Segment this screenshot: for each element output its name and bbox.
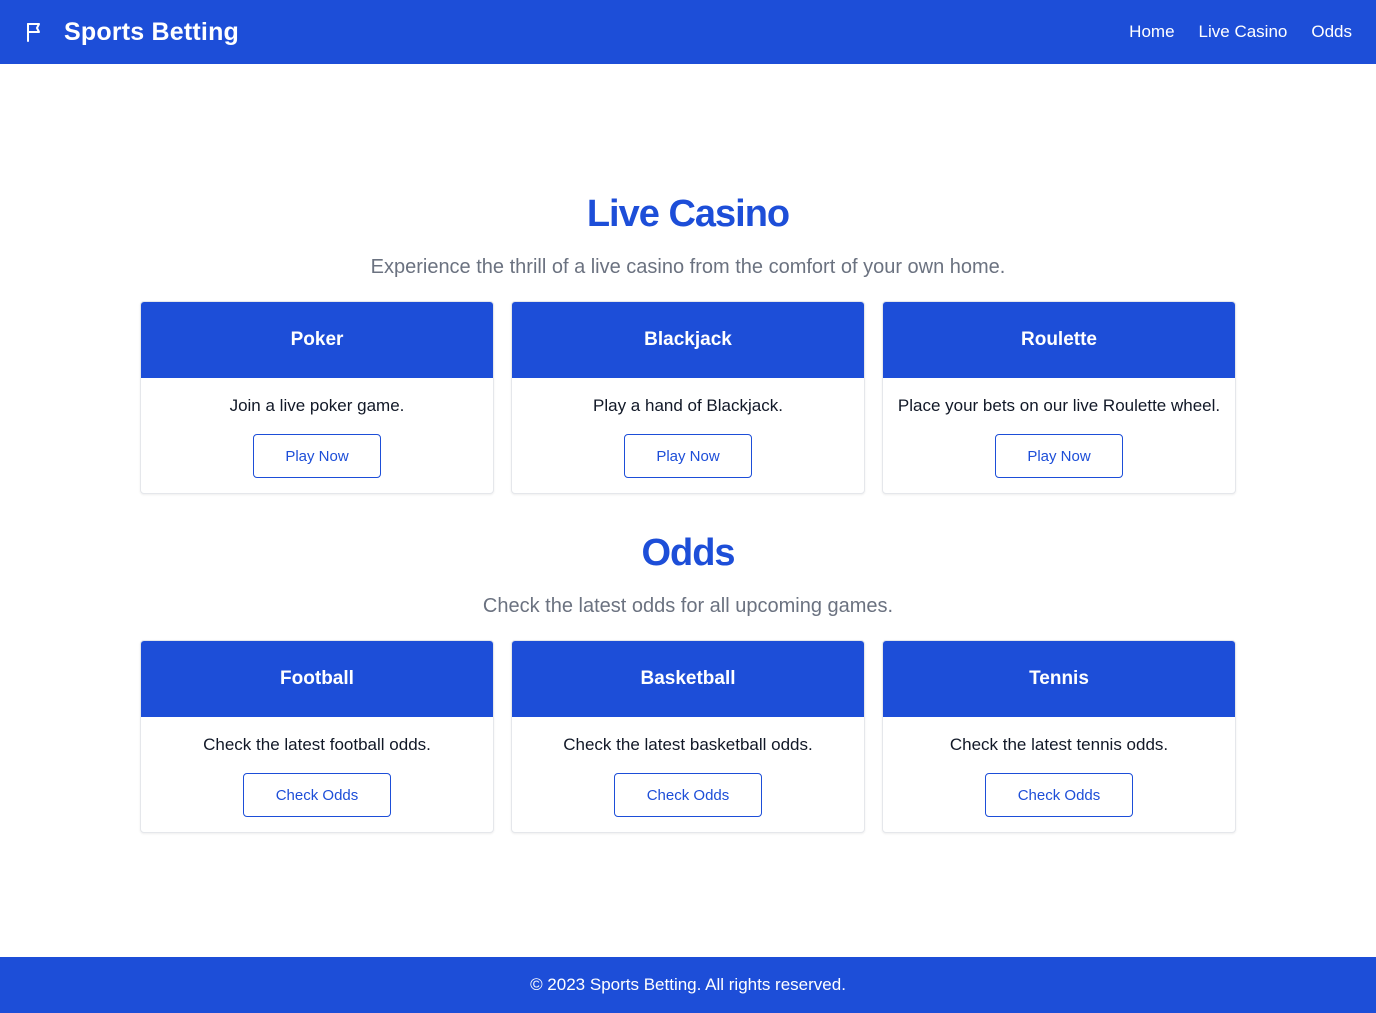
- card-description: Play a hand of Blackjack.: [593, 396, 783, 415]
- card-basketball: Basketball Check the latest basketball o…: [511, 640, 865, 833]
- card-body: Join a live poker game. Play Now: [141, 378, 493, 493]
- card-title: Tennis: [883, 641, 1235, 717]
- live-casino-cards: Poker Join a live poker game. Play Now B…: [140, 301, 1236, 494]
- check-odds-button-basketball[interactable]: Check Odds: [614, 773, 762, 817]
- card-body: Check the latest basketball odds. Check …: [512, 717, 864, 832]
- nav-odds[interactable]: Odds: [1311, 22, 1352, 42]
- card-description: Join a live poker game.: [229, 396, 405, 415]
- brand[interactable]: Sports Betting: [24, 18, 239, 47]
- play-now-button-roulette[interactable]: Play Now: [995, 434, 1123, 478]
- card-description: Place your bets on our live Roulette whe…: [897, 396, 1221, 415]
- card-title: Roulette: [883, 302, 1235, 378]
- odds-cards: Football Check the latest football odds.…: [140, 640, 1236, 833]
- check-odds-button-tennis[interactable]: Check Odds: [985, 773, 1133, 817]
- site-header: Sports Betting Home Live Casino Odds: [0, 0, 1376, 64]
- card-body: Play a hand of Blackjack. Play Now: [512, 378, 864, 493]
- card-description: Check the latest football odds.: [203, 735, 431, 754]
- card-title: Basketball: [512, 641, 864, 717]
- card-description: Check the latest tennis odds.: [949, 735, 1169, 754]
- card-title: Blackjack: [512, 302, 864, 378]
- odds-section: Odds Check the latest odds for all upcom…: [140, 534, 1236, 833]
- card-tennis: Tennis Check the latest tennis odds. Che…: [882, 640, 1236, 833]
- site-footer: © 2023 Sports Betting. All rights reserv…: [0, 957, 1376, 1013]
- odds-subtitle: Check the latest odds for all upcoming g…: [482, 595, 894, 617]
- card-body: Check the latest tennis odds. Check Odds: [883, 717, 1235, 832]
- card-blackjack: Blackjack Play a hand of Blackjack. Play…: [511, 301, 865, 494]
- odds-heading: Odds: [641, 532, 735, 574]
- live-casino-subtitle: Experience the thrill of a live casino f…: [370, 256, 1006, 278]
- card-football: Football Check the latest football odds.…: [140, 640, 494, 833]
- footer-copyright: © 2023 Sports Betting. All rights reserv…: [530, 975, 846, 994]
- card-body: Check the latest football odds. Check Od…: [141, 717, 493, 832]
- flag-icon: [24, 20, 48, 44]
- card-title: Poker: [141, 302, 493, 378]
- live-casino-section: Live Casino Experience the thrill of a l…: [140, 195, 1236, 494]
- card-title: Football: [141, 641, 493, 717]
- site-title: Sports Betting: [64, 17, 240, 46]
- check-odds-button-football[interactable]: Check Odds: [243, 773, 391, 817]
- nav-home[interactable]: Home: [1129, 22, 1174, 42]
- card-poker: Poker Join a live poker game. Play Now: [140, 301, 494, 494]
- card-body: Place your bets on our live Roulette whe…: [883, 378, 1235, 493]
- main-nav: Home Live Casino Odds: [1129, 22, 1352, 42]
- card-description: Check the latest basketball odds.: [563, 735, 813, 754]
- card-roulette: Roulette Place your bets on our live Rou…: [882, 301, 1236, 494]
- nav-live-casino[interactable]: Live Casino: [1199, 22, 1288, 42]
- live-casino-heading: Live Casino: [586, 193, 790, 235]
- play-now-button-blackjack[interactable]: Play Now: [624, 434, 752, 478]
- play-now-button-poker[interactable]: Play Now: [253, 434, 381, 478]
